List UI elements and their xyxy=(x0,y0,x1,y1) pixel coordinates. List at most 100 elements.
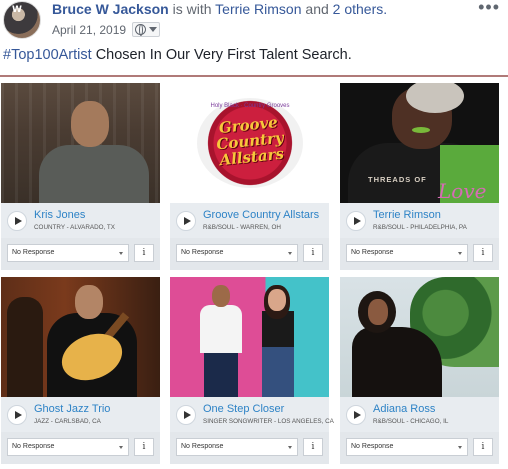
chevron-down-icon xyxy=(288,446,292,449)
response-select-value: No Response xyxy=(351,249,394,256)
author-avatar[interactable]: W xyxy=(3,1,41,39)
artist-photo[interactable] xyxy=(340,277,499,397)
photo-figure-legs xyxy=(262,345,294,397)
response-select[interactable]: No Response xyxy=(176,438,298,456)
info-button[interactable]: i xyxy=(303,438,323,456)
artist-genre-location: R&B/SOUL - CHICAGO, IL xyxy=(373,418,449,425)
photo-figure-head xyxy=(71,101,109,147)
artist-genre-location: SINGER SONGWRITER - LOS ANGELES, CA xyxy=(203,418,334,425)
play-icon[interactable] xyxy=(176,405,196,425)
track-player: One Step Closer SINGER SONGWRITER - LOS … xyxy=(170,397,334,432)
artist-photo[interactable]: THREADS OF Love xyxy=(340,83,499,203)
post-header: W Bruce W Jackson is with Terrie Rimson … xyxy=(0,0,508,40)
artist-card: Kris Jones COUNTRY - ALVARADO, TX No Res… xyxy=(1,83,160,270)
author-line: Bruce W Jackson is with Terrie Rimson an… xyxy=(52,1,387,17)
play-icon[interactable] xyxy=(7,211,27,231)
response-select-value: No Response xyxy=(351,443,394,450)
and-text: and xyxy=(305,1,329,17)
card-actions: No Response i xyxy=(1,432,160,464)
chevron-down-icon xyxy=(458,446,462,449)
artist-name-link[interactable]: Ghost Jazz Trio xyxy=(34,403,156,415)
track-player: Ghost Jazz Trio JAZZ - CARLSBAD, CA xyxy=(1,397,160,432)
photo-figure-body xyxy=(39,145,149,203)
card-actions: No Response i xyxy=(340,432,499,464)
response-select-value: No Response xyxy=(181,249,224,256)
artist-genre-location: JAZZ - CARLSBAD, CA xyxy=(34,418,101,425)
artist-name-link[interactable]: Adiana Ross xyxy=(373,403,495,415)
track-player: Groove Country Allstars R&B/SOUL - WARRE… xyxy=(170,203,329,238)
artist-genre-location: COUNTRY - ALVARADO, TX xyxy=(34,224,115,231)
info-button[interactable]: i xyxy=(473,244,493,262)
card-actions: No Response i xyxy=(1,238,160,270)
response-select[interactable]: No Response xyxy=(346,438,468,456)
play-icon[interactable] xyxy=(346,405,366,425)
globe-icon xyxy=(135,24,147,36)
photo-background-figure xyxy=(7,297,43,397)
artist-genre-location: R&B/SOUL - PHILADELPHIA, PA xyxy=(373,224,467,231)
post-meta: April 21, 2019 xyxy=(52,22,161,37)
avatar-badge: W xyxy=(12,5,22,15)
artist-name-link[interactable]: Kris Jones xyxy=(34,209,156,221)
photo-figure-head xyxy=(75,285,103,319)
artist-photo[interactable] xyxy=(1,277,160,397)
caret-down-icon xyxy=(149,27,158,32)
tagged-person-link[interactable]: Terrie Rimson xyxy=(215,1,301,17)
response-select-value: No Response xyxy=(12,443,55,450)
response-select[interactable]: No Response xyxy=(176,244,298,262)
track-player: Terrie Rimson R&B/SOUL - PHILADELPHIA, P… xyxy=(340,203,499,238)
chevron-down-icon xyxy=(458,252,462,255)
card-actions: No Response i xyxy=(170,238,329,270)
card-actions: No Response i xyxy=(170,432,329,464)
info-button[interactable]: i xyxy=(473,438,493,456)
more-options-icon[interactable]: ••• xyxy=(478,0,500,16)
post-body-text: Chosen In Our Very First Talent Search. xyxy=(95,47,352,63)
chevron-down-icon xyxy=(288,252,292,255)
track-player: Kris Jones COUNTRY - ALVARADO, TX xyxy=(1,203,160,238)
privacy-selector[interactable] xyxy=(132,22,161,37)
album-title-text: THREADS OF xyxy=(368,175,427,184)
artist-card: Holy Black · Country Grooves Groove Coun… xyxy=(170,83,329,270)
info-button[interactable]: i xyxy=(134,438,154,456)
info-button[interactable]: i xyxy=(303,244,323,262)
artist-grid: Kris Jones COUNTRY - ALVARADO, TX No Res… xyxy=(0,77,508,469)
track-player: Adiana Ross R&B/SOUL - CHICAGO, IL xyxy=(340,397,499,432)
artist-card: One Step Closer SINGER SONGWRITER - LOS … xyxy=(170,277,334,464)
photo-figure-body xyxy=(200,305,242,353)
artist-name-link[interactable]: Groove Country Allstars xyxy=(203,209,325,221)
response-select[interactable]: No Response xyxy=(346,244,468,262)
author-name-link[interactable]: Bruce W Jackson xyxy=(52,1,169,17)
chevron-down-icon xyxy=(119,446,123,449)
response-select-value: No Response xyxy=(12,249,55,256)
artist-photo[interactable]: Holy Black · Country Grooves Groove Coun… xyxy=(170,83,329,203)
response-select[interactable]: No Response xyxy=(7,438,129,456)
artist-card: Ghost Jazz Trio JAZZ - CARLSBAD, CA No R… xyxy=(1,277,160,464)
album-script-text: Love xyxy=(438,179,487,203)
artist-photo[interactable] xyxy=(1,83,160,203)
response-select[interactable]: No Response xyxy=(7,244,129,262)
photo-hair xyxy=(406,83,464,113)
artist-name-link[interactable]: Terrie Rimson xyxy=(373,209,495,221)
photo-figure-legs xyxy=(204,351,238,397)
chevron-down-icon xyxy=(119,252,123,255)
photo-figure-head xyxy=(268,289,286,311)
with-text: is with xyxy=(172,1,212,17)
photo-lips xyxy=(412,127,430,133)
play-icon[interactable] xyxy=(7,405,27,425)
artist-card: Adiana Ross R&B/SOUL - CHICAGO, IL No Re… xyxy=(340,277,499,464)
photo-figure-head xyxy=(212,285,230,307)
info-button[interactable]: i xyxy=(134,244,154,262)
artist-card: THREADS OF Love Terrie Rimson R&B/SOUL -… xyxy=(340,83,499,270)
photo-figure-body xyxy=(352,327,442,397)
artist-name-link[interactable]: One Step Closer xyxy=(203,403,325,415)
artist-photo[interactable] xyxy=(170,277,329,397)
post-date-link[interactable]: April 21, 2019 xyxy=(52,23,126,37)
photo-figure-head xyxy=(368,299,388,325)
play-icon[interactable] xyxy=(346,211,366,231)
hashtag-link[interactable]: #Top100Artist xyxy=(3,47,92,63)
artist-genre-location: R&B/SOUL - WARREN, OH xyxy=(203,224,281,231)
play-icon[interactable] xyxy=(176,211,196,231)
others-link[interactable]: 2 others. xyxy=(333,1,387,17)
logo-tagline: Holy Black · Country Grooves xyxy=(210,103,290,109)
post-text: #Top100Artist Chosen In Our Very First T… xyxy=(3,47,352,63)
card-actions: No Response i xyxy=(340,238,499,270)
